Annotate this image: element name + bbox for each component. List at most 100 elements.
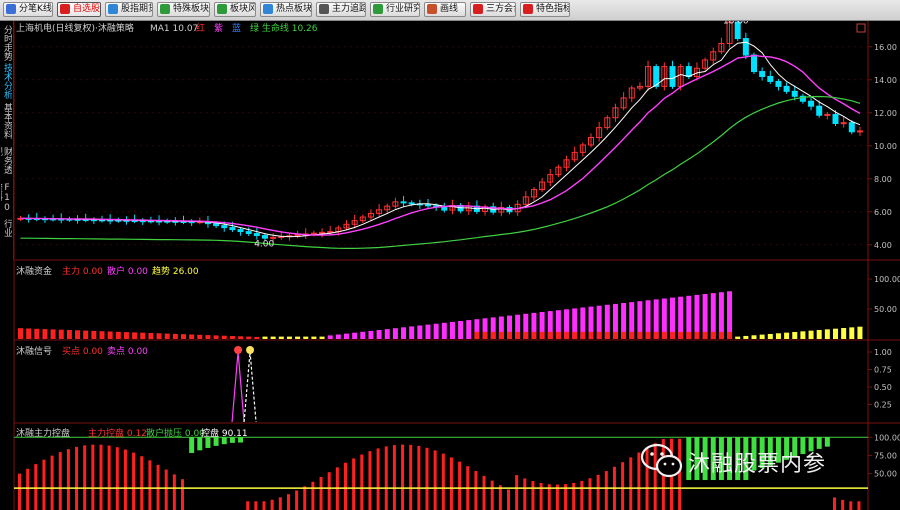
fund-bar [75, 330, 81, 339]
fund-bar-base [490, 331, 496, 339]
fund-bar-base [718, 331, 724, 339]
control-bar [401, 444, 405, 510]
control-bar [384, 446, 388, 510]
fund-bar [197, 334, 203, 339]
fund-bar-base [653, 331, 659, 339]
control-bar [18, 473, 21, 510]
toolbar-button-0[interactable]: 分笔K线 [3, 2, 53, 17]
fund-bar-base [580, 331, 586, 339]
fund-bar [99, 331, 105, 339]
candle-body [840, 122, 847, 125]
fund-bar [286, 336, 292, 339]
candle-body [751, 54, 757, 73]
fund-bar-base [596, 331, 602, 339]
fund-bar-base [588, 331, 594, 339]
fund-bar [148, 333, 154, 339]
panel4-field: 控盘 90.11 [201, 427, 248, 439]
fund-flow-bars [18, 291, 863, 339]
fund-bar [792, 331, 798, 339]
fund-bar-base [482, 331, 488, 339]
fund-bar [238, 336, 244, 339]
toolbar-button-9[interactable]: 三方会合 [470, 2, 516, 17]
fund-bar [409, 326, 415, 339]
control-bar [523, 478, 527, 510]
control-bar [449, 457, 453, 510]
globe-icon [108, 4, 118, 14]
control-bar [458, 461, 462, 510]
y-tick-label: 6.00 [874, 208, 892, 217]
control-bar [99, 444, 103, 510]
fund-bar-base [621, 331, 627, 339]
control-bar [580, 480, 584, 510]
fund-bar-base [515, 331, 521, 339]
toolbar-button-7[interactable]: 行业研究 [370, 2, 420, 17]
flame-icon [263, 4, 273, 14]
fund-bar [449, 321, 455, 339]
candle-body [808, 100, 815, 107]
control-bar [319, 477, 323, 510]
control-bar [604, 471, 608, 510]
check-icon [373, 4, 383, 14]
toolbar-button-label: 分笔K线 [19, 4, 52, 14]
control-bar [66, 449, 70, 510]
control-bar [303, 486, 307, 510]
fund-bar [743, 335, 749, 339]
panel3-field: 卖点 0.00 [107, 346, 148, 357]
fund-bar [466, 320, 472, 339]
control-bar [588, 478, 592, 510]
candle-body [270, 236, 277, 239]
control-bar [409, 444, 413, 510]
candle-body [400, 201, 407, 204]
fund-bar [360, 331, 366, 339]
fund-bar-base [686, 331, 692, 339]
candle-body [742, 38, 749, 56]
candle-body [253, 233, 260, 237]
candle-body [245, 231, 252, 235]
panel3-field: 买点 0.00 [62, 346, 103, 357]
fund-bar [368, 330, 374, 339]
toolbar-button-5[interactable]: 热点板块 [260, 2, 312, 17]
candle-body [856, 130, 863, 133]
fund-bar [352, 332, 358, 339]
selling-bar [197, 437, 203, 451]
chart-area[interactable]: 16.00 14.00 12.00 10.00 8.00 6.00 4.00 上海机电(日线复… [0, 21, 900, 510]
fund-bar [392, 328, 398, 339]
control-bar [531, 481, 535, 510]
toolbar-button-8[interactable]: 画线 [424, 2, 466, 17]
y-tick-label: 8.00 [874, 175, 892, 184]
fund-bar-base [670, 331, 675, 339]
fund-bar [189, 334, 195, 339]
toolbar-button-6[interactable]: 主力追踪 [316, 2, 366, 17]
control-bar [327, 472, 331, 510]
fund-bar [433, 323, 439, 339]
y-tick-label: 100.00 [874, 275, 900, 284]
control-bar [246, 501, 250, 510]
control-bar [441, 453, 445, 510]
control-bar [425, 447, 429, 510]
panel2-field: 趋势 26.00 [152, 265, 199, 277]
candle-body [425, 204, 431, 207]
toolbar-button-3[interactable]: 特殊板块 [157, 2, 210, 17]
toolbar-button-1[interactable]: 自选股 [57, 2, 101, 17]
control-bar [172, 474, 176, 510]
fund-bar [376, 330, 382, 339]
toolbar-button-4[interactable]: 板块风云 [214, 2, 256, 17]
fund-bar [229, 336, 235, 339]
toolbar-button-2[interactable]: 股指期货 [105, 2, 153, 17]
fund-bar-base [637, 331, 643, 339]
control-bar [376, 448, 380, 510]
fund-bar [107, 331, 113, 339]
fund-bar [841, 328, 847, 339]
candle-body [408, 202, 415, 205]
fund-bar [458, 321, 464, 339]
toolbar-button-10[interactable]: 特色指标 [520, 2, 570, 17]
candle-body [816, 105, 823, 116]
control-bar [181, 479, 184, 510]
purple-line [20, 54, 861, 236]
control-bar [295, 490, 299, 510]
control-bar [360, 454, 364, 510]
y-tick-label: 0.25 [874, 401, 892, 410]
indicator-icon [523, 4, 533, 14]
high-label: 18.60 [723, 21, 749, 27]
sell-signal [243, 351, 257, 423]
